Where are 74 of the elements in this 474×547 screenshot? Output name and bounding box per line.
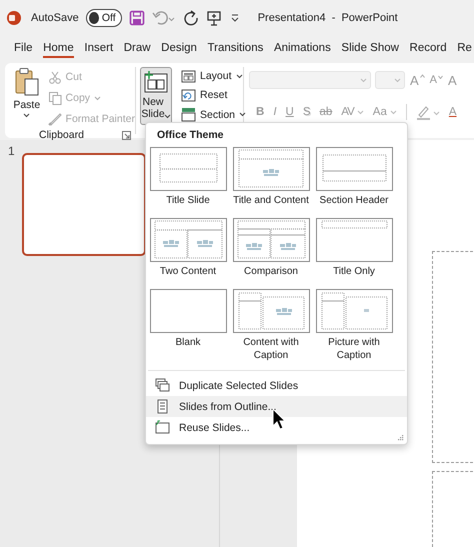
layout-option[interactable]: Title and Content: [230, 147, 312, 207]
ribbon-button[interactable]: Reset: [181, 86, 246, 105]
layout-option[interactable]: Comparison: [230, 218, 312, 278]
font-name-field[interactable]: [249, 71, 371, 89]
slide-layout-icon: [150, 289, 226, 333]
window-title: Presentation4 - PowerPoint: [258, 12, 398, 24]
ribbon-tab[interactable]: Record: [410, 38, 447, 58]
menu-item[interactable]: Reuse Slides...: [146, 417, 407, 438]
caret-icon: [236, 74, 243, 79]
ribbon-tab[interactable]: Home: [43, 38, 74, 58]
ribbon-tab[interactable]: Transitions: [208, 38, 264, 58]
autosave-toggle[interactable]: Off: [86, 9, 122, 27]
slide-layout-icon: [316, 218, 392, 262]
reuse-slides-icon: [155, 420, 170, 435]
caret-icon: [94, 96, 102, 100]
highlighter-icon: [416, 104, 440, 120]
dialog-launcher-icon: [122, 130, 131, 140]
autosave-label: AutoSave: [31, 12, 79, 24]
slide-layout-icon: [316, 289, 392, 333]
ribbon-button[interactable]: Section: [181, 106, 246, 124]
caret-icon: [390, 110, 397, 114]
layout-option[interactable]: Content with Caption: [230, 289, 312, 362]
menu-item[interactable]: Duplicate Selected Slides: [146, 375, 407, 396]
menu-heading: Office Theme: [156, 128, 225, 143]
down-caret-icon: [438, 75, 444, 79]
app-logo-icon: [6, 10, 22, 26]
ribbon-button[interactable]: Layout: [181, 67, 246, 86]
save-icon: [128, 10, 145, 26]
layout-option[interactable]: Two Content: [147, 218, 229, 278]
ribbon-tab[interactable]: File: [14, 38, 33, 58]
caret-icon: [356, 110, 364, 114]
slide-layout-icon: [232, 289, 310, 333]
caret-icon: [360, 78, 367, 82]
layout-option[interactable]: Title Slide: [147, 147, 229, 207]
ribbon-tab[interactable]: Design: [161, 38, 197, 58]
ribbon-tab[interactable]: Slide Show: [341, 38, 399, 58]
undo-icon: [152, 10, 176, 26]
ribbon-tab[interactable]: Re: [457, 38, 472, 58]
paintbrush-icon: [48, 112, 62, 126]
ribbon-tab[interactable]: Animations: [274, 38, 331, 58]
resize-grip-icon: [397, 434, 404, 441]
presentation-icon: [206, 10, 222, 26]
layout-option[interactable]: Title Only: [313, 218, 395, 278]
layout-option[interactable]: Picture with Caption: [313, 289, 395, 362]
font-size-field[interactable]: [375, 71, 405, 89]
clipboard-icon: [14, 67, 40, 97]
layout-icon: [181, 68, 196, 84]
layout-option[interactable]: Blank: [147, 289, 229, 349]
caret-icon: [239, 112, 246, 118]
reset-icon: [181, 88, 196, 103]
slide-layout-icon: [232, 218, 310, 262]
slide-layout-icon: [150, 147, 226, 191]
group-label: Clipboard: [39, 129, 84, 141]
slide-thumbnail[interactable]: [22, 153, 146, 256]
document-icon: [155, 399, 170, 414]
duplicate-slides-icon: [155, 378, 170, 393]
caret-icon: [164, 114, 171, 119]
scissors-icon: [48, 70, 62, 84]
caret-icon: [23, 113, 30, 118]
up-caret-icon: [420, 74, 425, 78]
slide-layout-icon: [316, 147, 392, 191]
menu-item[interactable]: Slides from Outline...: [146, 396, 407, 417]
paste-button[interactable]: Paste: [11, 67, 43, 129]
redo-icon: [182, 10, 199, 26]
ribbon-tab[interactable]: Draw: [124, 38, 151, 58]
copy-icon: [48, 91, 62, 105]
layout-option[interactable]: Section Header: [313, 147, 395, 207]
caret-icon: [394, 78, 401, 82]
slide-layout-icon: [232, 147, 310, 191]
ribbon-tab[interactable]: Insert: [84, 38, 114, 58]
slide-number: 1: [8, 144, 15, 160]
new-slide-icon: [143, 70, 169, 94]
new-slide-button[interactable]: New Slide: [140, 67, 172, 125]
slide-layout-icon: [150, 218, 226, 262]
